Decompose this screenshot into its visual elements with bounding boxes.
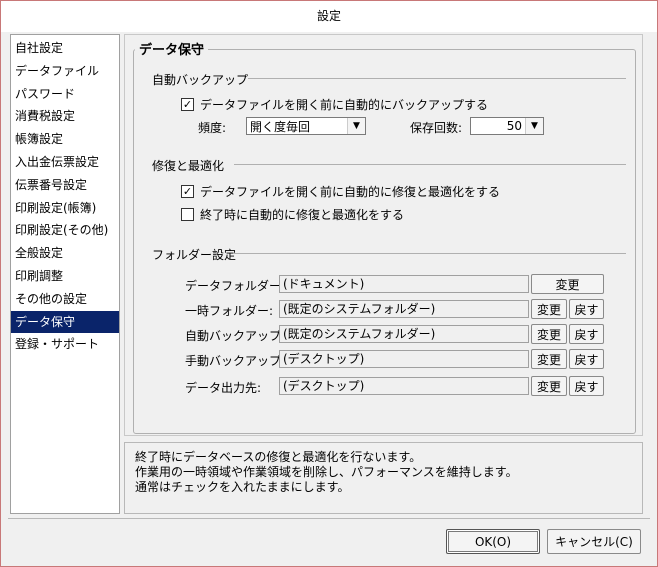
description-line: 作業用の一時領域や作業領域を削除し、パフォーマンスを維持します。 xyxy=(135,465,518,479)
sidebar-item-ledger[interactable]: 帳簿設定 xyxy=(11,128,119,151)
manual-backup-folder-label: 手動バックアップ: xyxy=(185,354,286,368)
repair-on-open-checkbox-row[interactable]: ✓ データファイルを開く前に自動的に修復と最適化をする xyxy=(181,183,500,200)
sidebar-item-other[interactable]: その他の設定 xyxy=(11,288,119,311)
sidebar-item-voucher-number[interactable]: 伝票番号設定 xyxy=(11,174,119,197)
manual-backup-folder-path: (デスクトップ) xyxy=(279,350,529,368)
settings-category-list[interactable]: 自社設定 データファイル パスワード 消費税設定 帳簿設定 入出金伝票設定 伝票… xyxy=(10,34,120,514)
window-title: 設定 xyxy=(1,1,657,32)
manual-backup-folder-change-button[interactable]: 変更 xyxy=(531,349,567,369)
repair-on-exit-checkbox-row[interactable]: 終了時に自動的に修復と最適化をする xyxy=(181,206,404,223)
auto-backup-checkbox[interactable]: ✓ xyxy=(181,98,194,111)
sidebar-item-password[interactable]: パスワード xyxy=(11,83,119,106)
temp-folder-path: (既定のシステムフォルダー) xyxy=(279,300,529,318)
save-count-select[interactable]: 50 ▼ xyxy=(470,117,544,135)
settings-dialog: 設定 自社設定 データファイル パスワード 消費税設定 帳簿設定 入出金伝票設定… xyxy=(0,0,658,567)
sidebar-item-print-other[interactable]: 印刷設定(その他) xyxy=(11,219,119,242)
sidebar-item-tax[interactable]: 消費税設定 xyxy=(11,105,119,128)
data-output-folder-path: (デスクトップ) xyxy=(279,377,529,395)
auto-backup-folder-change-button[interactable]: 変更 xyxy=(531,324,567,344)
backup-group-divider xyxy=(248,78,626,79)
frequency-select[interactable]: 開く度毎回 ▼ xyxy=(246,117,366,135)
auto-backup-folder-path: (既定のシステムフォルダー) xyxy=(279,325,529,343)
folder-group-divider xyxy=(234,253,626,254)
section-title: データ保守 xyxy=(135,39,209,58)
save-count-value: 50 xyxy=(506,119,522,133)
auto-backup-checkbox-row[interactable]: ✓ データファイルを開く前に自動的にバックアップする xyxy=(181,96,488,113)
description-line: 終了時にデータベースの修復と最適化を行ないます。 xyxy=(135,450,422,464)
auto-backup-folder-reset-button[interactable]: 戻す xyxy=(569,324,604,344)
frequency-value: 開く度毎回 xyxy=(250,119,311,134)
chevron-down-icon[interactable]: ▼ xyxy=(347,118,365,134)
sidebar-item-print-adjust[interactable]: 印刷調整 xyxy=(11,265,119,288)
ok-button[interactable]: OK(O) xyxy=(446,529,540,554)
cancel-button[interactable]: キャンセル(C) xyxy=(547,529,641,554)
data-output-folder-reset-button[interactable]: 戻す xyxy=(569,376,604,396)
repair-on-open-label: データファイルを開く前に自動的に修復と最適化をする xyxy=(200,185,501,199)
sidebar-item-voucher[interactable]: 入出金伝票設定 xyxy=(11,151,119,174)
sidebar-item-support[interactable]: 登録・サポート xyxy=(11,333,119,356)
repair-group-divider xyxy=(234,164,626,165)
backup-group-heading: 自動バックアップ xyxy=(152,73,249,87)
sidebar-item-general[interactable]: 全般設定 xyxy=(11,242,119,265)
frequency-label: 頻度: xyxy=(198,121,227,135)
manual-backup-folder-reset-button[interactable]: 戻す xyxy=(569,349,604,369)
sidebar-item-data-file[interactable]: データファイル xyxy=(11,60,119,83)
data-output-folder-label: データ出力先: xyxy=(185,381,262,395)
description-line: 通常はチェックを入れたままにします。 xyxy=(135,480,350,494)
data-folder-change-button[interactable]: 変更 xyxy=(531,274,604,294)
save-count-label: 保存回数: xyxy=(410,121,463,135)
chevron-down-icon[interactable]: ▼ xyxy=(525,118,543,134)
sidebar-item-print-ledger[interactable]: 印刷設定(帳簿) xyxy=(11,197,119,220)
data-output-folder-change-button[interactable]: 変更 xyxy=(531,376,567,396)
folder-group-heading: フォルダー設定 xyxy=(152,248,237,262)
temp-folder-label: 一時フォルダー: xyxy=(185,304,274,318)
settings-panel: データ保守 自動バックアップ ✓ データファイルを開く前に自動的にバックアップす… xyxy=(124,34,643,436)
description-box: 終了時にデータベースの修復と最適化を行ないます。 作業用の一時領域や作業領域を削… xyxy=(124,442,643,514)
footer-divider xyxy=(8,518,650,519)
repair-group-heading: 修復と最適化 xyxy=(152,159,225,173)
auto-backup-folder-label: 自動バックアップ: xyxy=(185,329,286,343)
auto-backup-label: データファイルを開く前に自動的にバックアップする xyxy=(200,98,489,112)
temp-folder-reset-button[interactable]: 戻す xyxy=(569,299,604,319)
temp-folder-change-button[interactable]: 変更 xyxy=(531,299,567,319)
repair-on-exit-checkbox[interactable] xyxy=(181,208,194,221)
repair-on-open-checkbox[interactable]: ✓ xyxy=(181,185,194,198)
data-folder-label: データフォルダー: xyxy=(185,279,286,293)
sidebar-item-maintenance[interactable]: データ保守 xyxy=(11,310,119,334)
dialog-client: 自社設定 データファイル パスワード 消費税設定 帳簿設定 入出金伝票設定 伝票… xyxy=(8,32,650,560)
repair-on-exit-label: 終了時に自動的に修復と最適化をする xyxy=(200,208,405,222)
sidebar-item-company[interactable]: 自社設定 xyxy=(11,37,119,60)
data-folder-path: (ドキュメント) xyxy=(279,275,529,293)
